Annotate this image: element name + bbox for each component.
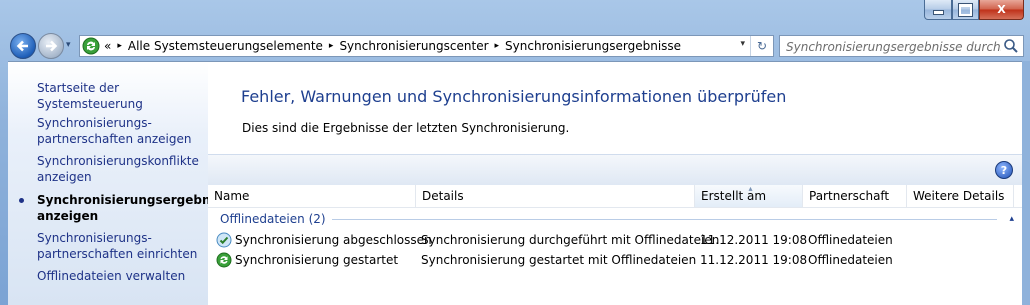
sidebar-item-view-results[interactable]: Synchronisierungsergebnisse anzeigen	[37, 192, 237, 224]
row-details: Synchronisierung gestartet mit Offlineda…	[421, 253, 697, 267]
main-panel: Fehler, Warnungen und Synchronisierungsi…	[208, 62, 1022, 305]
sort-ascending-icon: ▴	[748, 184, 753, 193]
address-bar[interactable]: « ▸ Alle Systemsteuerungselemente ▸ Sync…	[79, 35, 774, 57]
minimize-button[interactable]	[924, 0, 952, 20]
sidebar-item-manage-offline-files[interactable]: Offlinedateien verwalten	[37, 268, 207, 284]
sidebar-item-control-panel-home[interactable]: Startseite der Systemsteuerung	[37, 80, 207, 112]
column-header-partnership[interactable]: Partnerschaft	[803, 185, 907, 207]
arrow-left-icon	[16, 40, 28, 52]
check-icon	[216, 232, 232, 248]
row-created: 11.12.2011 19:08	[700, 233, 808, 247]
chevron-right-icon[interactable]: ▸	[117, 41, 122, 51]
refresh-icon: ↻	[756, 39, 768, 53]
maximize-icon	[958, 2, 973, 17]
chevron-right-icon[interactable]: ▸	[329, 41, 334, 51]
content-area: Startseite der Systemsteuerung Synchroni…	[8, 61, 1022, 305]
close-icon: X	[997, 3, 1006, 16]
column-header-created[interactable]: ▴ Erstellt am	[695, 184, 803, 207]
page-description: Dies sind die Ergebnisse der letzten Syn…	[242, 121, 570, 135]
sync-center-icon	[82, 37, 100, 55]
forward-button[interactable]	[38, 33, 64, 59]
row-details: Synchronisierung durchgeführt mit Offlin…	[421, 233, 720, 247]
sidebar-item-setup-partnerships[interactable]: Synchronisierungs- partnerschaften einri…	[37, 230, 207, 262]
back-button[interactable]	[10, 33, 36, 59]
toolbar: ?	[208, 154, 1022, 186]
sidebar: Startseite der Systemsteuerung Synchroni…	[8, 62, 237, 305]
row-name: Synchronisierung abgeschlossen	[235, 233, 432, 247]
row-partnership: Offlinedateien	[808, 253, 893, 267]
column-header-details[interactable]: Details	[416, 185, 695, 207]
group-header-offline-files[interactable]: Offlinedateien (2) ▴	[220, 210, 1014, 228]
breadcrumb: « ▸ Alle Systemsteuerungselemente ▸ Sync…	[104, 39, 681, 53]
refresh-button[interactable]: ↻	[750, 36, 773, 56]
address-dropdown-button[interactable]: ▾	[740, 39, 745, 49]
breadcrumb-item-sync-results[interactable]: Synchronisierungsergebnisse	[505, 39, 681, 53]
active-item-bullet	[19, 198, 24, 203]
column-header-row: Name Details ▴ Erstellt am Partnerschaft…	[208, 184, 1022, 208]
window: X ▾ « ▸ Alle Systemsteuerungselemente ▸ …	[0, 0, 1030, 305]
breadcrumb-overflow[interactable]: «	[104, 39, 111, 53]
table-row[interactable]: Synchronisierung abgeschlossen Synchroni…	[208, 230, 1022, 250]
maximize-button[interactable]	[952, 0, 979, 20]
breadcrumb-item-all-control-panel[interactable]: Alle Systemsteuerungselemente	[128, 39, 323, 53]
close-button[interactable]: X	[979, 0, 1024, 20]
page-title: Fehler, Warnungen und Synchronisierungsi…	[241, 87, 787, 106]
search-icon[interactable]	[1003, 38, 1019, 54]
window-controls: X	[924, 0, 1024, 20]
recent-pages-dropdown[interactable]: ▾	[66, 40, 71, 50]
help-button[interactable]: ?	[995, 161, 1013, 179]
title-bar: X	[0, 0, 1030, 30]
chevron-right-icon[interactable]: ▸	[495, 41, 500, 51]
column-header-name[interactable]: Name	[208, 185, 416, 207]
search-input[interactable]	[784, 37, 1003, 57]
group-label: Offlinedateien (2)	[220, 212, 326, 226]
window-frame-right	[1022, 61, 1030, 305]
row-created: 11.12.2011 19:08	[700, 253, 808, 267]
sync-icon	[216, 252, 232, 268]
minimize-icon	[932, 10, 944, 15]
sidebar-item-view-partnerships[interactable]: Synchronisierungs- partnerschaften anzei…	[37, 115, 207, 147]
group-divider	[331, 218, 998, 220]
collapse-icon[interactable]: ▴	[1009, 214, 1014, 224]
search-box	[779, 35, 1024, 57]
row-name: Synchronisierung gestartet	[235, 253, 399, 267]
column-header-more-details[interactable]: Weitere Details	[907, 185, 1014, 207]
row-partnership: Offlinedateien	[808, 233, 893, 247]
breadcrumb-item-sync-center[interactable]: Synchronisierungscenter	[339, 39, 488, 53]
arrow-right-icon	[46, 40, 58, 52]
sidebar-item-view-conflicts[interactable]: Synchronisierungskonflikte anzeigen	[37, 153, 207, 185]
navigation-bar: ▾ « ▸ Alle Systemsteuerungselemente ▸ Sy…	[0, 31, 1030, 61]
table-row[interactable]: Synchronisierung gestartet Synchronisier…	[208, 250, 1022, 270]
help-icon: ?	[1000, 163, 1008, 177]
